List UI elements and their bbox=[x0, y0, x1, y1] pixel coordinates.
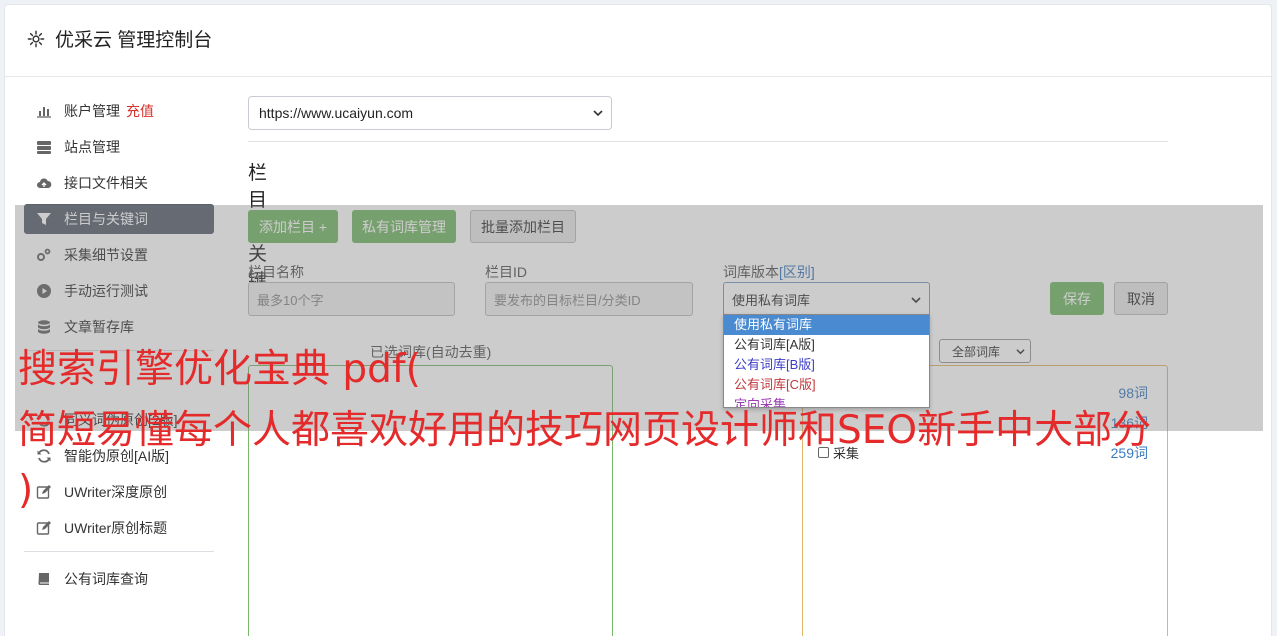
sidebar-item-uwriter-deep[interactable]: UWriter深度原创 bbox=[24, 477, 214, 507]
site-select[interactable]: https://www.ucaiyun.com bbox=[248, 96, 612, 130]
sidebar-item-label: 接口文件相关 bbox=[64, 175, 148, 191]
sidebar-item-public-lib[interactable]: 公有词库查询 bbox=[24, 564, 214, 594]
sidebar-item-label: 站点管理 bbox=[64, 139, 120, 155]
watermark-line-3: ) bbox=[18, 468, 34, 513]
gear-icon bbox=[27, 30, 45, 47]
book-icon bbox=[38, 573, 49, 585]
sidebar-item-label: 公有词库查询 bbox=[64, 571, 148, 587]
bar-chart-icon bbox=[37, 107, 51, 118]
dim-overlay bbox=[15, 205, 1263, 431]
recharge-link[interactable]: 充值 bbox=[126, 101, 154, 121]
divider bbox=[248, 141, 1168, 142]
lib-version-dropdown: 使用私有词库 公有词库[A版] 公有词库[B版] 公有词库[C版] 定向采集 bbox=[723, 314, 930, 408]
dropdown-option[interactable]: 公有词库[A版] bbox=[724, 335, 929, 355]
sidebar-divider bbox=[24, 551, 214, 552]
dropdown-option[interactable]: 公有词库[C版] bbox=[724, 375, 929, 395]
site-select-value: https://www.ucaiyun.com bbox=[259, 105, 414, 121]
page-header: 优采云 管理控制台 bbox=[5, 5, 1271, 77]
sidebar-item-label: UWriter深度原创 bbox=[64, 484, 168, 500]
watermark-line-2: 简短易懂每个人都喜欢好用的技巧网页设计师和SEO新手中大部分 bbox=[18, 408, 1152, 453]
dropdown-option[interactable]: 使用私有词库 bbox=[724, 315, 929, 335]
cloud-upload-icon bbox=[37, 178, 52, 188]
edit-icon bbox=[36, 521, 51, 535]
sidebar-item-account[interactable]: 账户管理 充值 bbox=[24, 96, 214, 126]
page-title: 优采云 管理控制台 bbox=[27, 25, 212, 52]
sidebar-item-label: UWriter原创标题 bbox=[64, 520, 168, 536]
watermark-line-1: 搜索引擎优化宝典 pdf( bbox=[18, 347, 421, 392]
edit-icon bbox=[36, 485, 51, 499]
chevron-down-icon bbox=[593, 110, 603, 117]
sidebar-item-sites[interactable]: 站点管理 bbox=[24, 132, 214, 162]
sidebar-item-interface[interactable]: 接口文件相关 bbox=[24, 168, 214, 198]
server-icon bbox=[37, 141, 51, 154]
dropdown-option[interactable]: 公有词库[B版] bbox=[724, 355, 929, 375]
dropdown-option[interactable]: 定向采集 bbox=[724, 395, 929, 407]
sidebar-item-uwriter-title[interactable]: UWriter原创标题 bbox=[24, 513, 214, 543]
sidebar-item-label: 账户管理 bbox=[64, 103, 120, 119]
app-title: 优采云 管理控制台 bbox=[55, 30, 213, 51]
